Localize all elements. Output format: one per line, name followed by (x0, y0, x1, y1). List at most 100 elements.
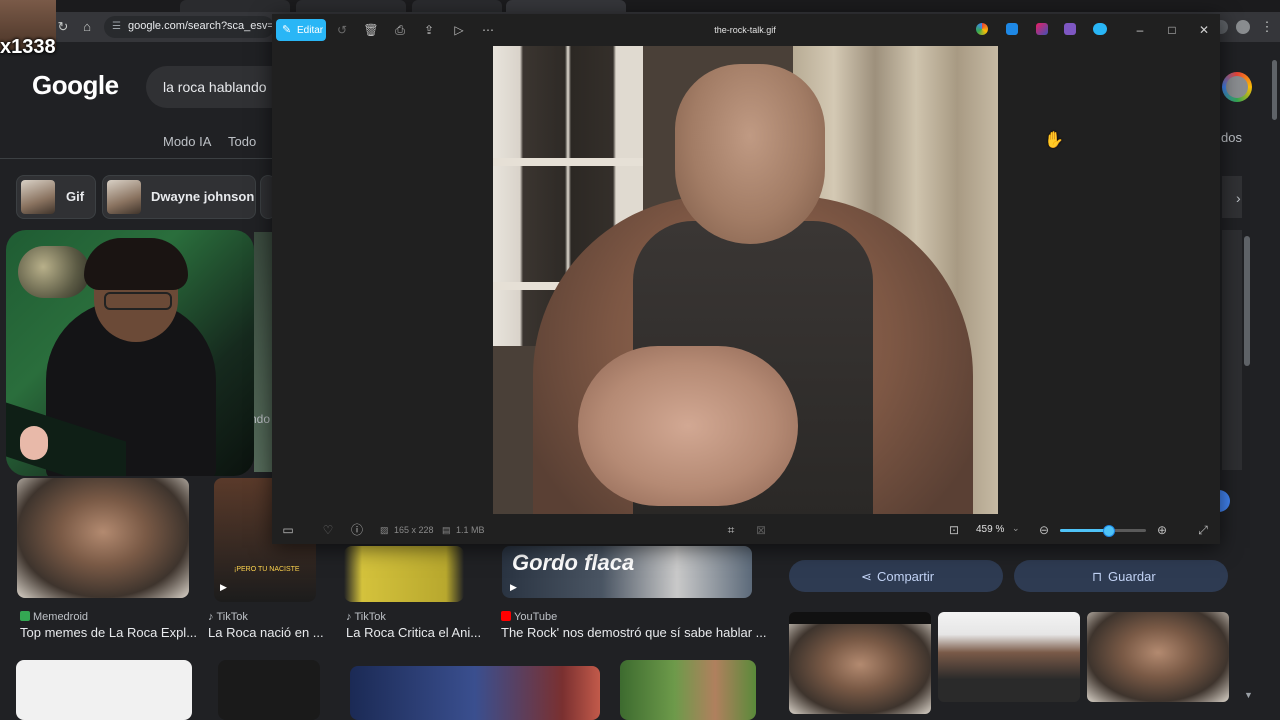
result-title[interactable]: Top memes de La Roca Expl... (20, 625, 197, 640)
zoom-in-icon[interactable]: ⊕ (1154, 522, 1170, 538)
chip-thumbnail (107, 180, 141, 214)
tab-modo-ia[interactable]: Modo IA (163, 134, 211, 149)
browser-tab[interactable] (180, 0, 290, 12)
zoom-level[interactable]: 459 % (976, 524, 1004, 535)
onedrive-icon[interactable] (1093, 23, 1107, 35)
tab-partial-label[interactable]: dos (1221, 130, 1242, 145)
edit-button[interactable]: ✎ Editar (276, 19, 326, 41)
minimize-icon[interactable]: – (1132, 22, 1148, 38)
search-query: la roca hablando (163, 79, 267, 95)
tiktok-icon: ♪ (346, 611, 352, 623)
result-image-youtube[interactable]: Gordo flaca ▶ (502, 546, 752, 598)
image-hands (578, 346, 798, 506)
chevron-right-icon[interactable]: › (1236, 190, 1241, 206)
save-button[interactable]: ⊓ Guardar (1014, 560, 1228, 592)
scrollbar-thumb[interactable] (1244, 236, 1250, 366)
streamer-name: x1338 (0, 36, 56, 58)
thumbnail-text: Gordo flaca (512, 550, 635, 575)
result-image[interactable] (254, 232, 272, 472)
home-icon[interactable]: ⌂ (78, 18, 96, 36)
result-image[interactable] (16, 660, 192, 720)
crop-icon[interactable]: ⌗ (723, 522, 739, 538)
chip-gif[interactable]: Gif (16, 175, 96, 219)
zoom-slider-thumb[interactable] (1103, 525, 1115, 537)
scroll-down-icon[interactable]: ▼ (1244, 690, 1253, 700)
result-title[interactable]: The Rock' nos demostró que sí sabe habla… (501, 625, 767, 640)
youtube-icon (501, 611, 511, 621)
result-source: ♪ TikTok (208, 611, 248, 623)
divider (0, 158, 272, 159)
browser-tab-active[interactable] (506, 0, 626, 12)
result-source: ♪ TikTok (346, 611, 386, 623)
rotate-icon[interactable]: ↺ (334, 22, 350, 38)
image-dimensions: 165 x 228 (394, 525, 434, 535)
app-icon[interactable] (1064, 23, 1076, 35)
zoom-out-icon[interactable]: ⊖ (1036, 522, 1052, 538)
result-title[interactable]: La Roca Critica el Ani... (346, 625, 481, 640)
reload-icon[interactable]: ↻ (54, 18, 72, 36)
compare-icon[interactable]: ⊠ (753, 522, 769, 538)
close-icon[interactable]: ✕ (1196, 22, 1212, 38)
result-image[interactable] (620, 660, 756, 720)
clipchamp-icon[interactable] (1036, 23, 1048, 35)
edit-label: Editar (297, 25, 324, 36)
profile-icon[interactable] (1236, 20, 1250, 34)
edit-icon: ✎ (282, 24, 292, 36)
site-info-icon[interactable]: ☰ (110, 20, 123, 33)
side-panel-strip (1222, 230, 1242, 470)
result-image[interactable] (350, 666, 600, 720)
maximize-icon[interactable]: □ (1164, 22, 1180, 38)
share-button[interactable]: ⋖ Compartir (789, 560, 1003, 592)
dimensions-icon: ▨ (380, 525, 389, 535)
result-image-memedroid[interactable] (17, 478, 189, 598)
image-person-head (675, 64, 825, 244)
fit-to-window-icon[interactable]: ⊡ (946, 522, 962, 538)
google-logo[interactable]: Google (32, 70, 119, 101)
displayed-image[interactable] (493, 46, 998, 514)
result-source: YouTube (501, 611, 557, 623)
file-size: 1.1 MB (456, 525, 485, 535)
chip-label: Dwayne johnson (151, 189, 255, 204)
fullscreen-icon[interactable]: ⤢ (1195, 522, 1211, 538)
print-icon[interactable]: ⎙ (392, 22, 408, 38)
browser-tab-strip (0, 0, 1280, 12)
zoom-slider-fill (1060, 529, 1108, 532)
delete-icon[interactable]: 🗑 (363, 22, 379, 38)
chip-thumbnail (21, 180, 55, 214)
chip-dwayne-johnson[interactable]: Dwayne johnson (102, 175, 256, 219)
chevron-down-icon[interactable]: ⌄ (1012, 523, 1020, 534)
chip-label: Gif (66, 189, 85, 204)
page-scrollbar[interactable] (1272, 60, 1277, 120)
share-icon: ⋖ (861, 569, 872, 584)
related-image[interactable] (1087, 612, 1229, 702)
designer-icon[interactable] (1006, 23, 1018, 35)
info-icon[interactable]: ⓘ (349, 522, 365, 538)
slideshow-icon[interactable]: ▷ (451, 22, 467, 38)
result-title[interactable]: La Roca nació en ... (208, 625, 324, 640)
headphones-shape (18, 246, 90, 298)
related-image[interactable] (789, 612, 931, 714)
thumbnail-caption: ¡PERO TU NACISTE (234, 566, 300, 573)
play-icon: ▶ (220, 582, 227, 592)
favorite-icon[interactable]: ♡ (320, 522, 336, 538)
tiktok-icon: ♪ (208, 611, 214, 623)
copilot-icon[interactable] (976, 23, 988, 35)
more-menu-icon[interactable]: ⋮ (1258, 18, 1276, 36)
share-label: Compartir (877, 569, 935, 584)
share-icon[interactable]: ⇪ (421, 22, 437, 38)
browser-tab[interactable] (296, 0, 406, 12)
filmstrip-icon[interactable]: ▭ (280, 522, 296, 538)
tab-todo[interactable]: Todo (228, 134, 256, 149)
result-source: Memedroid (20, 611, 88, 623)
mascot-sticker (20, 426, 48, 460)
more-options-icon[interactable]: ⋯ (480, 22, 496, 38)
related-image[interactable] (938, 612, 1080, 702)
file-name: the-rock-talk.gif (714, 25, 776, 35)
hand-cursor-icon: ✋ (1044, 132, 1064, 149)
filesize-icon: ▤ (442, 525, 451, 535)
result-image[interactable] (218, 660, 320, 720)
streamer-hair (84, 238, 188, 290)
streamer-glasses (104, 292, 172, 310)
result-image-tiktok-2[interactable] (344, 546, 464, 602)
browser-tab[interactable] (412, 0, 502, 12)
